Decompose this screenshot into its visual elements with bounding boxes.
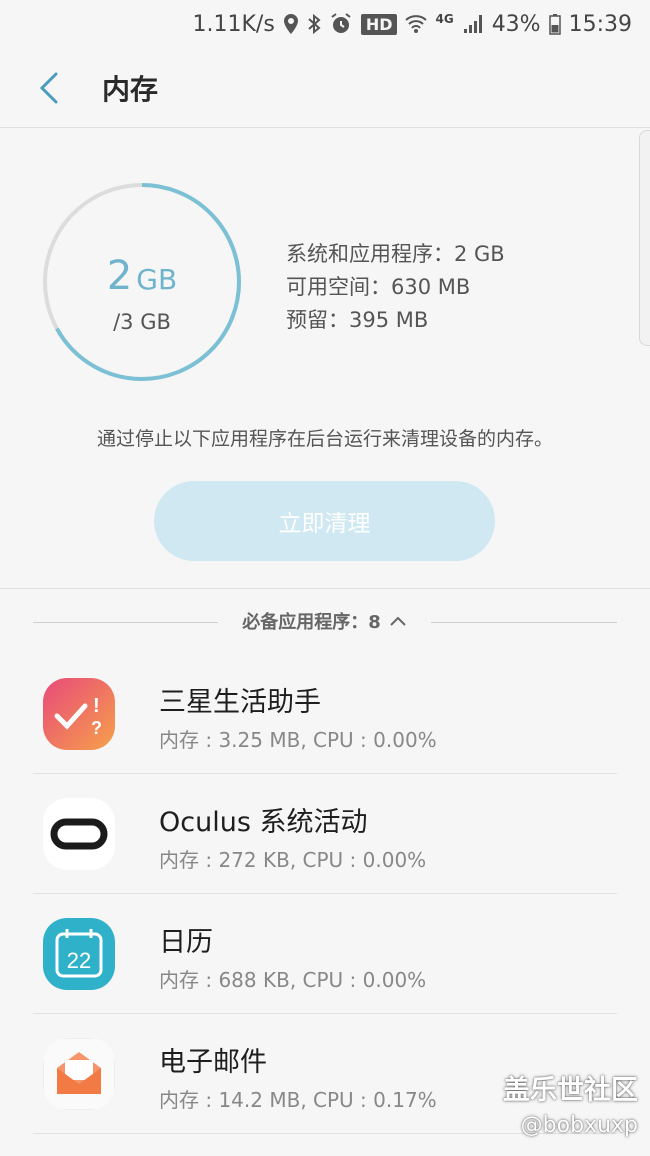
app-name: Oculus 系统活动 [159, 807, 368, 838]
memory-used: 2 GB [40, 253, 244, 299]
memory-stats: 系统和应用程序：2 GB 可用空间：630 MB 预留：395 MB [286, 238, 505, 337]
chevron-up-icon [389, 611, 407, 632]
page-title: 内存 [102, 73, 159, 106]
app-name: 三星生活助手 [159, 687, 321, 718]
app-usage: 内存 : 272 KB, CPU : 0.00% [159, 848, 427, 872]
network-speed: 1.11K/s [192, 11, 275, 37]
description: 通过停止以下应用程序在后台运行来清理设备的内存。 [96, 428, 553, 450]
essential-apps-header: 必备应用程序：8 [33, 604, 617, 640]
stat-available: 可用空间：630 MB [286, 275, 471, 299]
app-usage: 内存 : 14.2 MB, CPU : 0.17% [159, 1088, 437, 1112]
alarm-icon [329, 12, 353, 36]
hd-badge: HD [360, 13, 398, 35]
clean-now-button[interactable]: 立即清理 [154, 481, 495, 561]
stat-system-apps: 系统和应用程序：2 GB [286, 242, 505, 266]
clock: 15:39 [568, 11, 632, 37]
back-icon[interactable] [36, 70, 66, 106]
bluetooth-icon [307, 13, 321, 35]
divider [431, 622, 617, 623]
app-row-samsung-assistant[interactable]: ! ? 三星生活助手 内存 : 3.25 MB, CPU : 0.00% [33, 654, 617, 774]
wifi-icon [405, 14, 428, 34]
calendar-icon: 22 [43, 918, 115, 990]
life-assistant-icon: ! ? [43, 678, 115, 750]
app-name: 电子邮件 [159, 1047, 267, 1078]
watermark: 盖乐世社区 @bobxuxp [503, 1068, 638, 1138]
email-icon [43, 1038, 115, 1110]
oculus-icon [43, 798, 115, 870]
header: 内存 [0, 48, 650, 128]
svg-text:?: ? [91, 718, 102, 738]
svg-text:!: ! [93, 695, 100, 717]
watermark-community: 盖乐世社区 [503, 1075, 638, 1106]
network-type: 4G [435, 12, 454, 26]
memory-total: /3 GB [113, 310, 171, 334]
app-usage: 内存 : 3.25 MB, CPU : 0.00% [159, 728, 437, 752]
status-bar: 1.11K/s HD 4G 43% 15:39 [0, 0, 650, 48]
battery-percent: 43% [491, 11, 541, 37]
scroll-handle[interactable] [639, 130, 650, 346]
divider [33, 622, 218, 623]
app-usage: 内存 : 688 KB, CPU : 0.00% [159, 968, 427, 992]
app-name: 日历 [159, 927, 213, 958]
calendar-date: 22 [67, 948, 91, 973]
memory-used-unit: GB [136, 263, 178, 296]
app-row-calendar[interactable]: 22 日历 内存 : 688 KB, CPU : 0.00% [33, 894, 617, 1014]
section-label: 必备应用程序：8 [242, 612, 381, 633]
stat-reserved: 预留：395 MB [286, 308, 429, 332]
essential-apps-toggle[interactable]: 必备应用程序：8 [218, 608, 431, 634]
battery-icon [548, 13, 561, 35]
signal-icon [462, 13, 484, 35]
divider [0, 588, 650, 589]
app-row-oculus[interactable]: Oculus 系统活动 内存 : 272 KB, CPU : 0.00% [33, 774, 617, 894]
watermark-handle: @bobxuxp [520, 1113, 638, 1138]
location-icon [283, 13, 299, 35]
memory-used-value: 2 [106, 253, 133, 299]
